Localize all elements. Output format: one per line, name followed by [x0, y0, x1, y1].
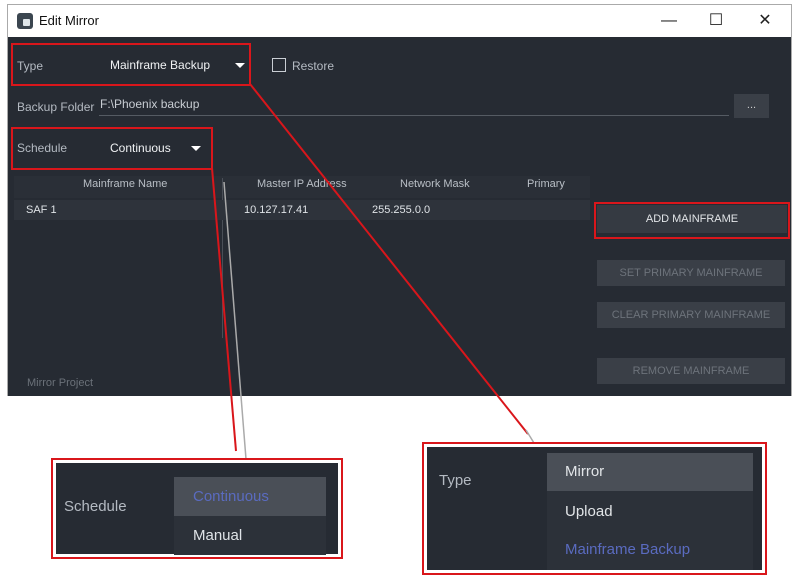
schedule-options-menu: Continuous Manual [174, 477, 326, 555]
type-inset: Type Mirror Upload Mainframe Backup [422, 442, 767, 575]
type-inset-label: Type [439, 472, 472, 489]
type-options-menu: Mirror Upload Mainframe Backup [547, 453, 753, 570]
callout-line-schedule-tail [223, 181, 247, 460]
schedule-inset: Schedule Continuous Manual [51, 458, 343, 559]
option-upload[interactable]: Upload [565, 503, 613, 520]
callout-line-schedule [211, 167, 237, 452]
option-mainframe-backup[interactable]: Mainframe Backup [565, 541, 690, 558]
option-manual[interactable]: Manual [193, 527, 242, 544]
option-continuous[interactable]: Continuous [174, 477, 326, 516]
callout-line-type [249, 83, 529, 435]
option-mirror[interactable]: Mirror [547, 453, 753, 491]
schedule-inset-label: Schedule [64, 498, 127, 515]
